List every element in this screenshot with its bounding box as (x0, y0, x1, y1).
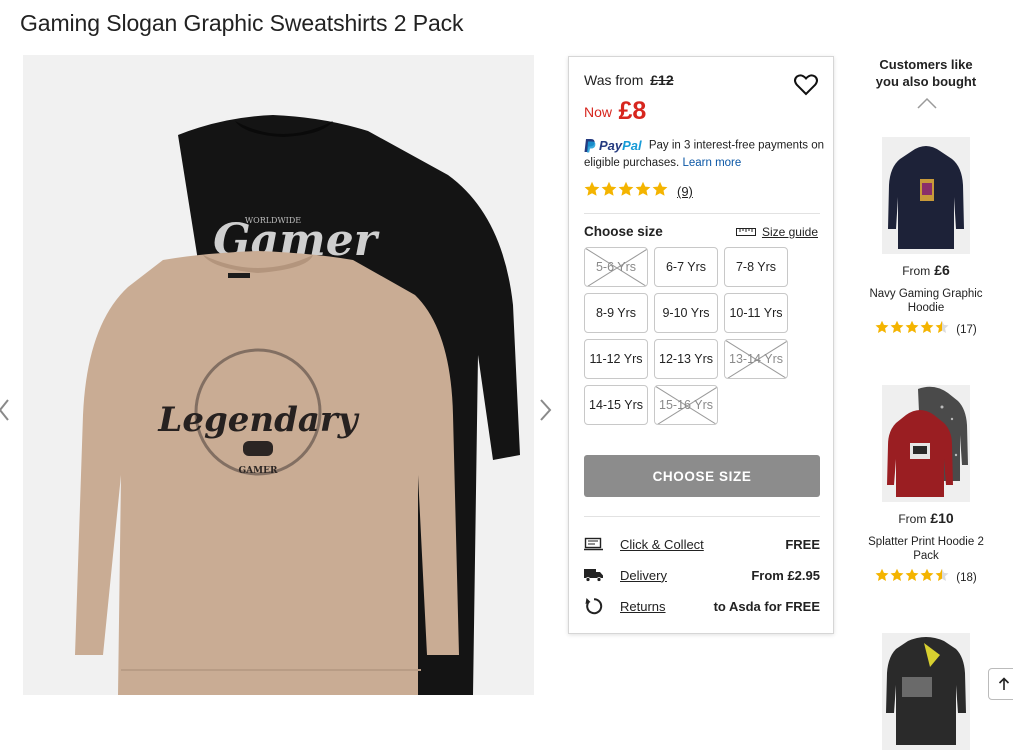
size-option[interactable]: 8-9 Yrs (584, 293, 648, 333)
size-guide-label: Size guide (761, 225, 818, 239)
gallery-next-arrow-icon[interactable] (537, 395, 557, 425)
star-icon (935, 320, 949, 333)
wishlist-heart-icon[interactable] (793, 72, 819, 98)
star-icon (875, 568, 889, 581)
size-option[interactable]: 11-12 Yrs (584, 339, 648, 379)
star-icon (920, 320, 934, 333)
front-print-main: Legendary (157, 400, 359, 440)
star-icon (652, 181, 668, 196)
price-value: £6 (934, 262, 950, 278)
recommendation-thumbnail[interactable] (882, 633, 970, 750)
recommendation-card[interactable]: From £6 Navy Gaming Graphic Hoodie (17) (866, 137, 986, 339)
gallery-prev-arrow-icon[interactable] (0, 395, 14, 425)
paypal-logo: PayPal (584, 137, 642, 154)
star-icon (890, 320, 904, 333)
size-option-label: 15-16 Yrs (659, 398, 713, 412)
star-icon (920, 568, 934, 581)
returns-value: to Asda for FREE (713, 598, 820, 614)
recommendation-price: From £10 (866, 510, 986, 526)
rating-stars (875, 320, 950, 339)
front-print-sub: GAMER (239, 466, 278, 476)
price-value: £10 (930, 510, 954, 526)
divider (584, 213, 820, 214)
size-option[interactable]: 6-7 Yrs (654, 247, 718, 287)
price-from-label: From (902, 264, 931, 278)
divider (584, 516, 820, 517)
star-icon (935, 568, 949, 581)
arrow-up-icon (998, 677, 1010, 690)
star-icon (905, 320, 919, 333)
click-collect-link[interactable]: Click & Collect (620, 537, 785, 552)
rating-count-link[interactable]: (9) (677, 184, 693, 199)
paypal-p-icon (584, 139, 596, 153)
now-price-row: Now £8 (584, 95, 647, 125)
recommendation-card[interactable] (866, 633, 986, 750)
buy-box: Was from £12 Now £8 PayPal Pay in 3 inte… (568, 56, 834, 634)
product-image-gallery[interactable]: WORLDWIDE Gamer Legendary GAMER (23, 55, 534, 695)
choose-size-label: Choose size (584, 224, 663, 239)
now-label: Now (584, 104, 613, 120)
returns-link[interactable]: Returns (620, 599, 714, 614)
price-from-label: From (898, 512, 927, 526)
delivery-value: From £2.95 (751, 567, 820, 583)
recommendation-name[interactable]: Navy Gaming Graphic Hoodie (866, 287, 986, 315)
size-option[interactable]: 12-13 Yrs (654, 339, 718, 379)
size-option[interactable]: 10-11 Yrs (724, 293, 788, 333)
recommendation-price: From £6 (866, 262, 986, 278)
scroll-to-top-button[interactable] (988, 668, 1013, 700)
delivery-link[interactable]: Delivery (620, 568, 751, 583)
size-option[interactable]: 15-16 Yrs (654, 385, 718, 425)
size-option[interactable]: 14-15 Yrs (584, 385, 648, 425)
now-price: £8 (618, 97, 647, 125)
beige-sweatshirt-image: Legendary GAMER (75, 251, 459, 695)
size-option[interactable]: 13-14 Yrs (724, 339, 788, 379)
recommendations-title: Customers like you also bought (875, 57, 977, 89)
page-title: Gaming Slogan Graphic Sweatshirts 2 Pack (20, 10, 464, 36)
recommendation-name[interactable]: Splatter Print Hoodie 2 Pack (866, 535, 986, 563)
was-price: £12 (650, 72, 674, 88)
star-icon (890, 568, 904, 581)
size-option-label: 5-6 Yrs (595, 260, 637, 274)
star-icon (601, 181, 617, 196)
carousel-up-arrow-icon[interactable] (916, 97, 938, 109)
star-icon (905, 568, 919, 581)
returns-icon (584, 597, 606, 615)
rating-stars (584, 181, 669, 202)
paypal-message: PayPal Pay in 3 interest-free payments o… (584, 137, 828, 172)
product-image: WORLDWIDE Gamer Legendary GAMER (23, 55, 534, 695)
size-option-label: 13-14 Yrs (729, 352, 783, 366)
paypal-word-pal: Pal (622, 138, 642, 153)
choose-size-button[interactable]: CHOOSE SIZE (584, 455, 820, 497)
size-option[interactable]: 7-8 Yrs (724, 247, 788, 287)
was-price-row: Was from £12 (584, 72, 674, 88)
ruler-icon (735, 228, 756, 236)
rating-count: (18) (956, 571, 977, 584)
star-icon (618, 181, 634, 196)
click-collect-icon (584, 535, 606, 553)
click-collect-value: FREE (785, 536, 820, 552)
star-icon (584, 181, 600, 196)
recommendation-card[interactable]: From £10 Splatter Print Hoodie 2 Pack (18… (866, 385, 986, 587)
product-rating[interactable]: (9) (584, 181, 693, 202)
paypal-word-pay: Pay (599, 138, 623, 153)
rating-stars (875, 568, 950, 587)
fulfilment-delivery: Delivery From £2.95 (584, 565, 820, 585)
rating-count: (17) (956, 323, 977, 336)
size-option[interactable]: 5-6 Yrs (584, 247, 648, 287)
recommendation-rating: (18) (866, 568, 986, 587)
size-option[interactable]: 9-10 Yrs (654, 293, 718, 333)
star-icon (875, 320, 889, 333)
recommendation-rating: (17) (866, 320, 986, 339)
delivery-truck-icon (584, 566, 606, 584)
fulfilment-returns: Returns to Asda for FREE (584, 596, 820, 616)
paypal-learn-more-link[interactable]: Learn more (682, 157, 741, 169)
star-icon (635, 181, 651, 196)
recommendation-thumbnail[interactable] (882, 385, 970, 502)
size-guide-link[interactable]: Size guide (735, 225, 818, 239)
fulfilment-click-collect: Click & Collect FREE (584, 534, 820, 554)
recommendation-thumbnail[interactable] (882, 137, 970, 254)
was-label: Was from (584, 72, 644, 88)
